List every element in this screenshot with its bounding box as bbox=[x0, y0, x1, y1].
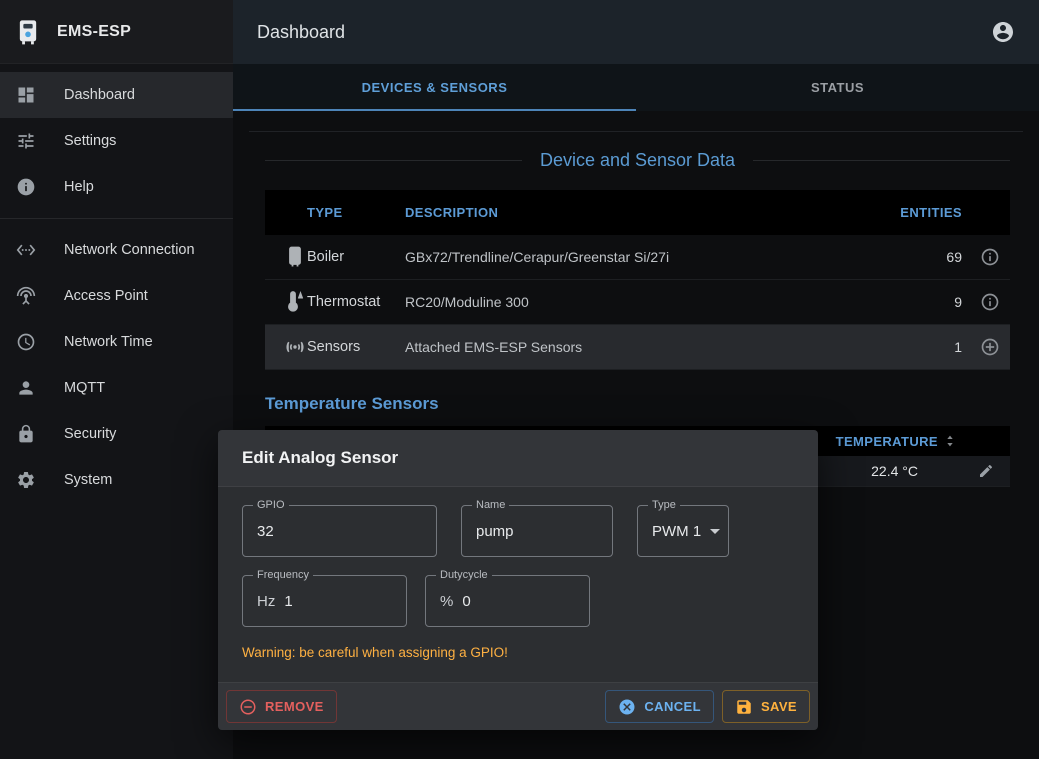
sidebar: EMS-ESP Dashboard Settings Help Network … bbox=[0, 0, 233, 759]
type-select[interactable]: Type PWM 1 bbox=[637, 505, 729, 557]
dutycycle-field-value: 0 bbox=[462, 593, 470, 610]
dashboard-icon bbox=[16, 85, 36, 105]
name-field-value: pump bbox=[476, 523, 514, 540]
sidebar-item-network-connection[interactable]: Network Connection bbox=[0, 227, 233, 273]
sidebar-header: EMS-ESP bbox=[0, 0, 233, 64]
clock-icon bbox=[16, 332, 36, 352]
gpio-field-value: 32 bbox=[257, 523, 274, 540]
save-floppy-icon bbox=[735, 698, 753, 716]
dialog-title: Edit Analog Sensor bbox=[242, 448, 398, 468]
save-button[interactable]: SAVE bbox=[722, 690, 810, 723]
type-select-value: PWM 1 bbox=[652, 523, 701, 540]
frequency-field-label: Frequency bbox=[253, 569, 313, 582]
type-select-label: Type bbox=[648, 499, 680, 512]
sidebar-item-security[interactable]: Security bbox=[0, 411, 233, 457]
lock-icon bbox=[16, 424, 36, 444]
sidebar-item-access-point[interactable]: Access Point bbox=[0, 273, 233, 319]
dialog-header: Edit Analog Sensor bbox=[218, 430, 818, 487]
sidebar-nav: Dashboard Settings Help Network Connecti… bbox=[0, 64, 233, 503]
thermostat-icon bbox=[265, 290, 307, 314]
gpio-field[interactable]: GPIO 32 bbox=[242, 505, 437, 557]
remove-button[interactable]: REMOVE bbox=[226, 690, 337, 723]
dutycycle-field-label: Dutycycle bbox=[436, 569, 492, 582]
info-circle-icon[interactable] bbox=[966, 292, 1010, 312]
table-row-boiler[interactable]: Boiler GBx72/Trendline/Cerapur/Greenstar… bbox=[265, 235, 1010, 280]
temperature-sensors-heading: Temperature Sensors bbox=[265, 394, 439, 414]
tab-bar: DEVICES & SENSORS STATUS bbox=[233, 64, 1039, 111]
section-title: Device and Sensor Data bbox=[522, 150, 753, 171]
device-table: TYPE DESCRIPTION ENTITIES Boiler GBx72/T… bbox=[265, 190, 1010, 370]
antenna-icon bbox=[16, 286, 36, 306]
sidebar-item-network-time[interactable]: Network Time bbox=[0, 319, 233, 365]
dutycycle-unit-prefix: % bbox=[440, 593, 453, 610]
ethernet-icon bbox=[16, 240, 36, 260]
cancel-button[interactable]: CANCEL bbox=[605, 690, 714, 723]
section-title-row: Device and Sensor Data bbox=[265, 145, 1010, 175]
sidebar-item-mqtt[interactable]: MQTT bbox=[0, 365, 233, 411]
sidebar-item-dashboard[interactable]: Dashboard bbox=[0, 72, 233, 118]
boiler-icon bbox=[265, 245, 307, 269]
frequency-unit-prefix: Hz bbox=[257, 593, 275, 610]
app-bar: Dashboard bbox=[233, 0, 1039, 64]
brand-title: EMS-ESP bbox=[57, 23, 131, 41]
gear-icon bbox=[16, 470, 36, 490]
edit-analog-sensor-dialog: Edit Analog Sensor GPIO 32 Name pump Typ… bbox=[218, 430, 818, 730]
name-field[interactable]: Name pump bbox=[461, 505, 613, 557]
ems-esp-logo-icon bbox=[14, 18, 42, 46]
remove-circle-icon bbox=[239, 698, 257, 716]
table-row-sensors[interactable]: Sensors Attached EMS-ESP Sensors 1 bbox=[265, 325, 1010, 370]
sort-icon bbox=[942, 433, 958, 449]
dialog-body: GPIO 32 Name pump Type PWM 1 Frequency H… bbox=[218, 487, 818, 682]
info-circle-icon[interactable] bbox=[966, 247, 1010, 267]
name-field-label: Name bbox=[472, 499, 509, 512]
section-top-divider bbox=[249, 131, 1023, 132]
device-table-header: TYPE DESCRIPTION ENTITIES bbox=[265, 190, 1010, 235]
sensors-icon bbox=[265, 335, 307, 359]
sidebar-item-help[interactable]: Help bbox=[0, 164, 233, 210]
tab-devices-sensors[interactable]: DEVICES & SENSORS bbox=[233, 64, 636, 111]
chevron-down-icon bbox=[710, 529, 720, 534]
dutycycle-field[interactable]: Dutycycle % 0 bbox=[425, 575, 590, 627]
frequency-field[interactable]: Frequency Hz 1 bbox=[242, 575, 407, 627]
dialog-footer: REMOVE CANCEL SAVE bbox=[218, 682, 818, 730]
tune-icon bbox=[16, 131, 36, 151]
gpio-warning-text: Warning: be careful when assigning a GPI… bbox=[242, 645, 508, 660]
temperature-column-header: TEMPERATURE bbox=[836, 434, 938, 449]
sidebar-item-system[interactable]: System bbox=[0, 457, 233, 503]
frequency-field-value: 1 bbox=[284, 593, 292, 610]
sidebar-divider bbox=[0, 218, 233, 219]
cancel-circle-icon bbox=[618, 698, 636, 716]
sidebar-item-settings[interactable]: Settings bbox=[0, 118, 233, 164]
add-circle-icon[interactable] bbox=[966, 337, 1010, 357]
info-icon bbox=[16, 177, 36, 197]
account-icon[interactable] bbox=[991, 20, 1015, 44]
edit-pencil-icon[interactable] bbox=[978, 463, 994, 479]
gpio-field-label: GPIO bbox=[253, 499, 289, 512]
table-row-thermostat[interactable]: Thermostat RC20/Moduline 300 9 bbox=[265, 280, 1010, 325]
person-icon bbox=[16, 378, 36, 398]
tab-status[interactable]: STATUS bbox=[636, 64, 1039, 111]
page-title: Dashboard bbox=[257, 22, 345, 43]
